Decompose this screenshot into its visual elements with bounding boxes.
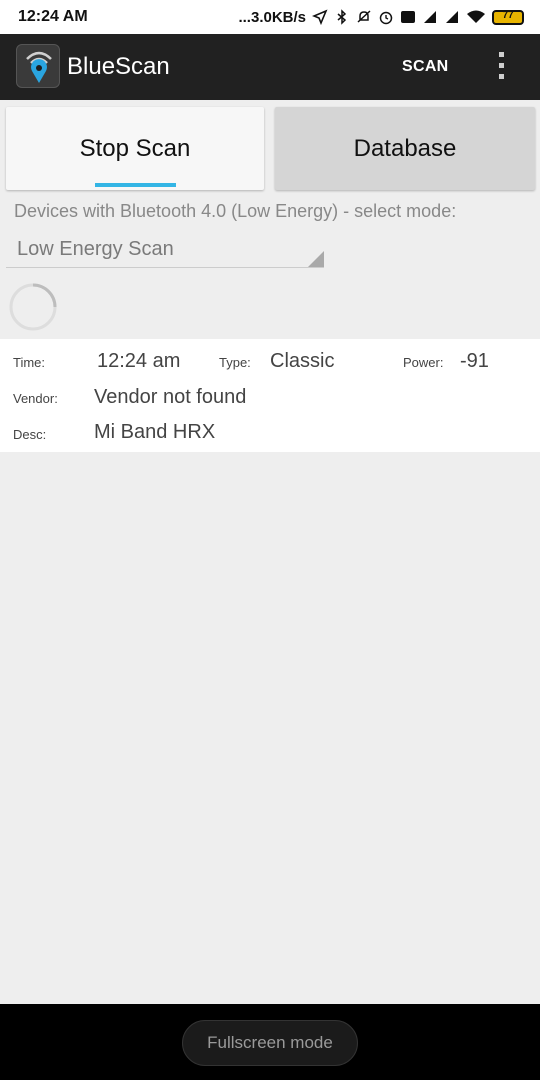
muted-bell-icon: [357, 10, 371, 23]
fullscreen-mode-label: Fullscreen mode: [207, 1033, 333, 1052]
mode-label: Devices with Bluetooth 4.0 (Low Energy) …: [14, 201, 457, 221]
stop-scan-label: Stop Scan: [79, 134, 191, 162]
signal-icon: [446, 11, 458, 23]
desc-value: Mi Band HRX: [94, 421, 216, 443]
active-tab-indicator: [95, 183, 176, 187]
power-value: -91: [460, 350, 489, 372]
time-value: 12:24 am: [97, 350, 181, 372]
database-label: Database: [353, 134, 457, 162]
time-label: Time:: [13, 355, 46, 370]
bottom-bar: Fullscreen mode: [0, 1004, 540, 1080]
loading-spinner-icon: [9, 283, 57, 331]
power-label: Power:: [403, 355, 444, 370]
battery-level: 77: [502, 9, 514, 21]
status-bar: 12:24 AM ...3.0KB/s 77: [0, 0, 540, 34]
scan-button[interactable]: SCAN: [402, 58, 449, 76]
type-value: Classic: [270, 350, 335, 372]
type-label: Type:: [219, 355, 251, 370]
volte-icon: [401, 11, 415, 23]
signal-4g-icon: [424, 11, 436, 23]
database-button[interactable]: Database: [275, 107, 535, 190]
status-time: 12:24 AM: [18, 8, 88, 25]
device-list-item[interactable]: Time: 12:24 am Type: Classic Power: -91 …: [0, 339, 540, 452]
dropdown-arrow-icon: [308, 251, 324, 267]
vendor-value: Vendor not found: [94, 386, 247, 408]
location-arrow-icon: [312, 9, 328, 25]
vendor-label: Vendor:: [13, 391, 58, 406]
battery-icon: 77: [492, 9, 524, 25]
app-title: BlueScan: [67, 53, 170, 80]
bluetooth-icon: [337, 9, 347, 25]
network-speed: ...3.0KB/s: [238, 8, 306, 26]
desc-label: Desc:: [13, 427, 47, 442]
wifi-icon: [467, 10, 485, 23]
status-icons: ...3.0KB/s 77: [238, 6, 524, 28]
scan-mode-select[interactable]: Low Energy Scan: [6, 228, 324, 268]
more-vert-icon[interactable]: [496, 52, 506, 82]
app-bar: BlueScan SCAN: [0, 34, 540, 100]
fullscreen-mode-button[interactable]: Fullscreen mode: [182, 1020, 358, 1066]
scan-mode-value: Low Energy Scan: [17, 238, 174, 260]
app-logo-icon: [16, 44, 60, 88]
stop-scan-button[interactable]: Stop Scan: [6, 107, 264, 190]
alarm-icon: [379, 11, 393, 25]
